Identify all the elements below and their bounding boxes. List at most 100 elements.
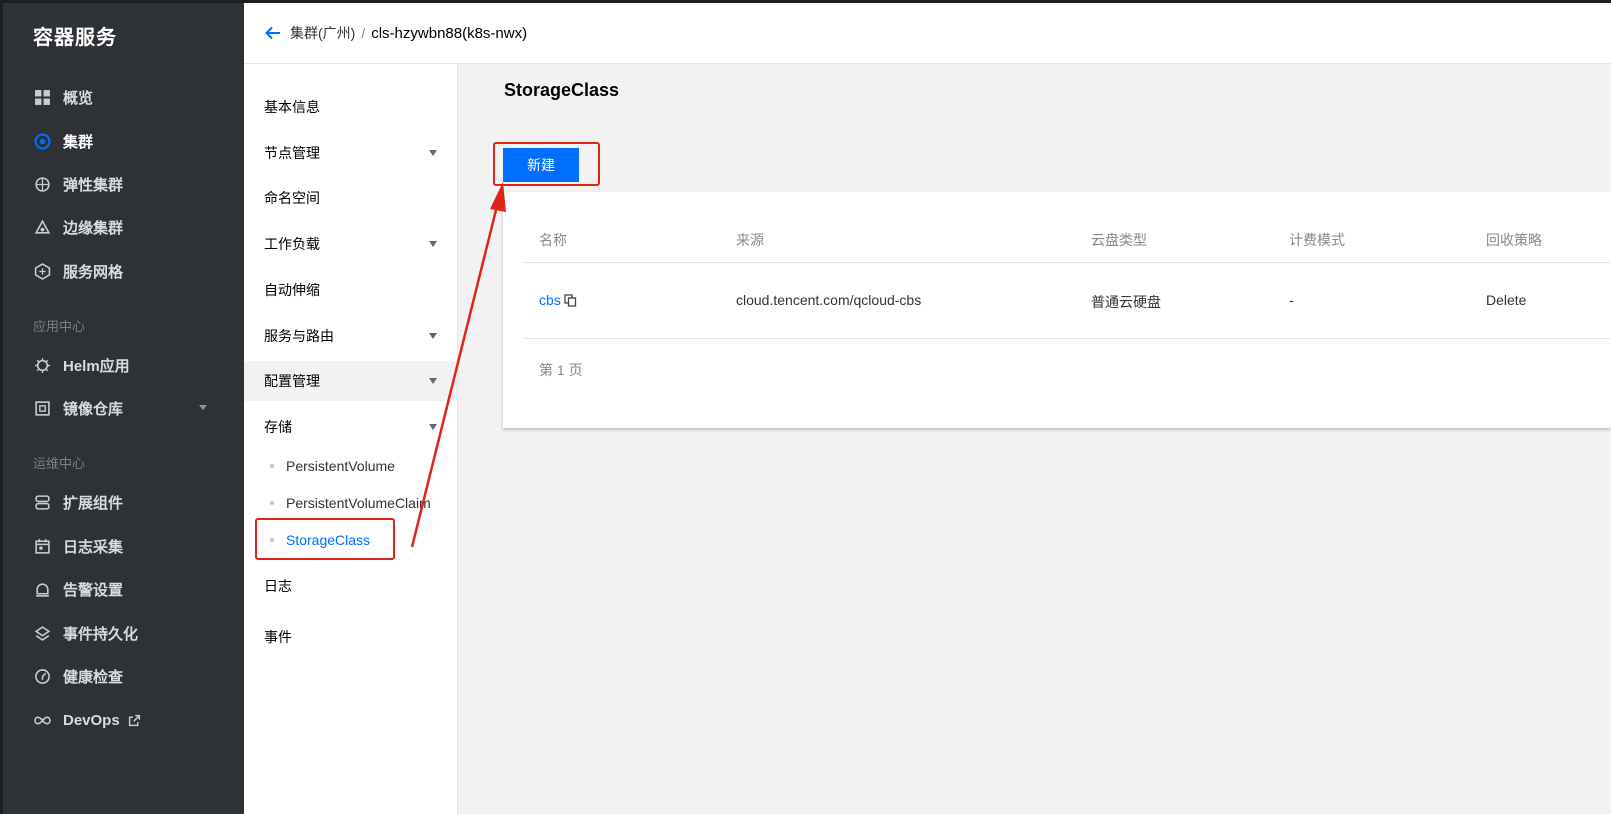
- column-header-billing: 计费模式: [1289, 232, 1345, 248]
- elastic-cluster-icon: [33, 175, 51, 193]
- health-icon: [33, 667, 51, 685]
- copy-icon[interactable]: [564, 294, 577, 307]
- submenu-storage[interactable]: 存储: [244, 407, 457, 447]
- storageclass-name-link[interactable]: cbs: [539, 292, 561, 308]
- breadcrumb-cluster-link[interactable]: 集群(广州): [290, 23, 355, 43]
- cell-billing: -: [1289, 292, 1294, 308]
- nav-item-label: 健康检查: [63, 668, 124, 686]
- submenu-label: 服务与路由: [264, 328, 334, 344]
- nav-item-helm[interactable]: Helm应用: [33, 353, 223, 377]
- cell-reclaim: Delete: [1486, 292, 1527, 308]
- calendar-icon: [33, 537, 51, 555]
- nav-item-label: 概览: [63, 89, 94, 107]
- submenu-basic-info[interactable]: 基本信息: [244, 87, 457, 127]
- nav-item-devops[interactable]: DevOps: [33, 708, 223, 732]
- nav-item-addon[interactable]: 扩展组件: [33, 490, 223, 514]
- mesh-icon: [33, 262, 51, 280]
- column-header-name: 名称: [539, 232, 567, 248]
- cluster-sub-menu: 基本信息 节点管理 命名空间 工作负载 自动伸缩 服务与路由 配置管理 存储 P…: [244, 64, 458, 814]
- caret-down-icon: [429, 424, 437, 430]
- caret-down-icon: [429, 241, 437, 247]
- infinity-icon: [33, 711, 51, 729]
- nav-item-service-mesh[interactable]: 服务网格: [33, 259, 223, 283]
- caret-down-icon: [429, 150, 437, 156]
- edge-cluster-icon: [33, 218, 51, 236]
- nav-item-elastic-cluster[interactable]: 弹性集群: [33, 172, 223, 196]
- column-header-reclaim: 回收策略: [1486, 232, 1542, 248]
- breadcrumb-current: cls-hzywbn88(k8s-nwx): [371, 24, 528, 42]
- nav-item-log-collect[interactable]: 日志采集: [33, 534, 223, 558]
- submenu-label: 基本信息: [264, 99, 320, 115]
- nav-item-label: 镜像仓库: [63, 400, 124, 418]
- submenu-child-label: StorageClass: [286, 532, 371, 548]
- submenu-autoscaling[interactable]: 自动伸缩: [244, 270, 457, 310]
- submenu-workload[interactable]: 工作负载: [244, 224, 457, 264]
- header-divider: [523, 262, 1611, 263]
- submenu-service-route[interactable]: 服务与路由: [244, 316, 457, 356]
- nav-item-label: 集群: [63, 133, 94, 151]
- submenu-log[interactable]: 日志: [244, 566, 457, 606]
- product-title: 容器服务: [33, 27, 117, 49]
- layers-icon: [33, 624, 51, 642]
- addon-icon: [33, 493, 51, 511]
- bullet-icon: [270, 464, 274, 468]
- cell-name: cbs: [539, 292, 577, 308]
- grid-icon: [33, 88, 51, 106]
- nav-item-label: 弹性集群: [63, 176, 124, 194]
- submenu-label: 事件: [264, 629, 292, 645]
- submenu-label: 存储: [264, 419, 292, 435]
- storageclass-table: 名称 来源 云盘类型 计费模式 回收策略 cbs cloud.tencent.c…: [503, 192, 1611, 428]
- nav-item-event-persist[interactable]: 事件持久化: [33, 621, 223, 645]
- alarm-icon: [33, 580, 51, 598]
- nav-item-label: 告警设置: [63, 581, 124, 599]
- nav-item-health-check[interactable]: 健康检查: [33, 664, 223, 688]
- column-header-disk-type: 云盘类型: [1091, 232, 1147, 248]
- submenu-persistent-volume-claim[interactable]: PersistentVolumeClaim: [244, 488, 457, 518]
- column-header-source: 来源: [736, 232, 764, 248]
- nav-item-edge-cluster[interactable]: 边缘集群: [33, 215, 223, 239]
- caret-down-icon: [429, 378, 437, 384]
- row-divider: [523, 338, 1611, 339]
- submenu-event[interactable]: 事件: [244, 617, 457, 657]
- nav-item-label: Helm应用: [63, 357, 130, 375]
- nav-item-cluster[interactable]: 集群: [33, 129, 223, 153]
- breadcrumb-separator: /: [361, 25, 366, 41]
- submenu-persistent-volume[interactable]: PersistentVolume: [244, 451, 457, 481]
- nav-item-alarm[interactable]: 告警设置: [33, 577, 223, 601]
- submenu-label: 配置管理: [264, 373, 320, 389]
- external-link-icon: [128, 714, 141, 727]
- nav-item-label: 服务网格: [63, 263, 124, 281]
- cluster-icon: [33, 132, 51, 150]
- submenu-namespace[interactable]: 命名空间: [244, 178, 457, 218]
- side-nav: 容器服务 概览 集群 弹性集群 边缘集群 服务网格 应用中心 Helm应用 镜像…: [0, 0, 244, 814]
- submenu-label: 命名空间: [264, 190, 320, 206]
- pagination-label: 第 1 页: [539, 362, 583, 378]
- submenu-label: 工作负载: [264, 236, 320, 252]
- nav-item-image-repo[interactable]: 镜像仓库: [33, 396, 223, 420]
- nav-item-label: DevOps: [63, 711, 120, 729]
- page-title: StorageClass: [504, 80, 620, 100]
- submenu-storage-class[interactable]: StorageClass: [244, 525, 457, 555]
- nav-item-label: 扩展组件: [63, 494, 124, 512]
- create-button[interactable]: 新建: [503, 148, 579, 182]
- section-app-center: 应用中心: [33, 319, 86, 334]
- submenu-config-management[interactable]: 配置管理: [244, 361, 457, 401]
- nav-item-overview[interactable]: 概览: [33, 85, 223, 109]
- section-ops-center: 运维中心: [33, 456, 86, 471]
- image-repo-icon: [33, 399, 51, 417]
- submenu-label: 自动伸缩: [264, 282, 320, 298]
- nav-item-label: 事件持久化: [63, 625, 139, 643]
- submenu-node-management[interactable]: 节点管理: [244, 133, 457, 173]
- cell-disk-type: 普通云硬盘: [1091, 294, 1161, 310]
- chevron-down-icon: [199, 405, 207, 410]
- submenu-child-label: PersistentVolumeClaim: [286, 495, 431, 511]
- nav-item-label: 日志采集: [63, 538, 124, 556]
- caret-down-icon: [429, 333, 437, 339]
- bullet-icon: [270, 538, 274, 542]
- submenu-child-label: PersistentVolume: [286, 458, 395, 474]
- top-header: 集群(广州) / cls-hzywbn88(k8s-nwx): [244, 0, 1611, 64]
- cell-source: cloud.tencent.com/qcloud-cbs: [736, 292, 922, 308]
- nav-item-label: 边缘集群: [63, 219, 124, 237]
- arrow-left-icon[interactable]: [264, 24, 282, 42]
- helm-icon: [33, 356, 51, 374]
